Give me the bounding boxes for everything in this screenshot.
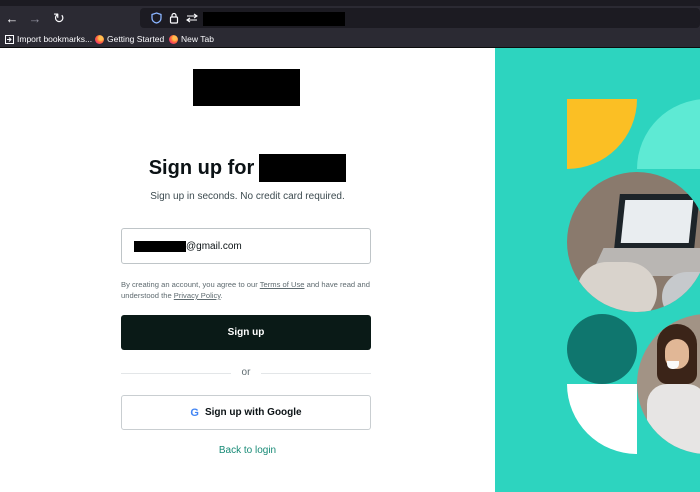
browser-toolbar: ← → ↻ [0, 6, 700, 30]
privacy-link[interactable]: Privacy Policy [174, 291, 221, 300]
bookmark-label: Import bookmarks... [17, 34, 93, 44]
back-to-login-link[interactable]: Back to login [0, 445, 495, 456]
permissions-icon[interactable] [184, 8, 200, 28]
laptop-photo [567, 172, 700, 312]
reload-button[interactable]: ↻ [48, 6, 70, 30]
signup-button[interactable]: Sign up [121, 315, 371, 350]
bookmark-label: Getting Started [107, 34, 165, 44]
back-button[interactable]: ← [1, 6, 23, 30]
terms-link[interactable]: Terms of Use [260, 280, 305, 289]
divider-right [261, 373, 371, 374]
import-icon [5, 34, 14, 44]
bookmark-import[interactable]: Import bookmarks... [5, 32, 92, 46]
url-bar[interactable] [140, 8, 700, 28]
divider-left [121, 373, 231, 374]
consent-prefix: By creating an account, you agree to our [121, 280, 260, 289]
signup-panel: Sign up for Sign up in seconds. No credi… [0, 48, 495, 492]
page-title: Sign up for [0, 154, 495, 182]
laptop-screen [614, 194, 700, 249]
arrow-left-icon: ← [5, 10, 19, 26]
consent-text: By creating an account, you agree to our… [121, 279, 371, 301]
subheading: Sign up in seconds. No credit card requi… [150, 191, 345, 202]
bookmark-getting-started[interactable]: Getting Started [95, 32, 164, 46]
signup-button-label: Sign up [227, 327, 265, 338]
yellow-quarter-shape [567, 99, 637, 169]
back-to-login-label: Back to login [218, 445, 277, 456]
page-content: Sign up for Sign up in seconds. No credi… [0, 48, 700, 492]
arrow-right-icon: → [28, 10, 42, 26]
google-button-label: Sign up with Google [204, 407, 302, 418]
bookmarks-toolbar: Import bookmarks... Getting Started New … [0, 30, 700, 48]
forward-button[interactable]: → [24, 6, 46, 30]
bookmark-label: New Tab [181, 34, 214, 44]
url-text-redacted[interactable] [203, 12, 345, 26]
google-icon: G [190, 406, 199, 419]
sleeve [662, 272, 700, 312]
firefox-icon [169, 34, 178, 44]
firefox-icon [95, 34, 104, 44]
dark-teal-circle [567, 314, 637, 384]
brand-name-redacted [259, 154, 347, 182]
hand [577, 262, 657, 312]
bookmark-new-tab[interactable]: New Tab [169, 32, 214, 46]
reload-icon: ↻ [53, 9, 65, 26]
lock-icon[interactable] [166, 8, 182, 28]
decorative-panel [495, 48, 700, 492]
page-title-text: Sign up for [148, 156, 255, 179]
or-label: or [241, 367, 251, 378]
google-signup-button[interactable]: G Sign up with Google [121, 395, 371, 430]
email-domain: @gmail.com [186, 240, 242, 252]
mint-quarter-shape [637, 99, 700, 169]
shield-icon[interactable] [148, 8, 164, 28]
laptop-screen-content [620, 200, 694, 243]
shirt [647, 384, 700, 454]
coffee-cup [667, 361, 679, 369]
consent-suffix: . [220, 291, 223, 300]
white-quarter-shape [567, 384, 637, 454]
email-user-redacted [134, 240, 186, 252]
logo[interactable] [193, 69, 300, 106]
woman-photo [637, 314, 700, 454]
email-field[interactable]: @gmail.com [121, 228, 371, 264]
